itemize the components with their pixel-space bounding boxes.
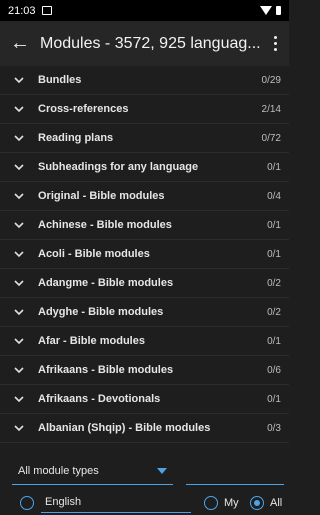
module-group-label: Original - Bible modules [38,190,165,202]
chevron-down-icon [0,105,38,113]
module-group-label: Reading plans [38,132,114,144]
chevron-down-icon [0,337,38,345]
status-bar: 21:03 [0,0,289,21]
scope-my-radio[interactable] [204,496,218,510]
module-group-label: Bundles [38,74,82,86]
module-group-row[interactable]: Afrikaans - Devotionals 0/1 [0,385,289,414]
module-group-count: 0/2 [267,306,281,318]
chevron-down-icon [0,424,38,432]
module-group-row[interactable]: Subheadings for any language 0/1 [0,153,289,182]
search-filter-input[interactable] [186,457,284,485]
module-group-row[interactable]: Adyghe - Bible modules 0/2 [0,298,289,327]
module-group-row[interactable]: Acoli - Bible modules 0/1 [0,240,289,269]
module-group-label: Achinese - Bible modules [38,219,172,231]
module-group-row[interactable]: Afrikaans - Bible modules 0/6 [0,356,289,385]
module-type-value: All module types [18,464,99,477]
module-group-count: 0/1 [267,335,281,347]
status-time: 21:03 [8,4,36,17]
scope-all-radio[interactable] [250,496,264,510]
module-group-count: 0/1 [267,161,281,173]
module-group-count: 0/1 [267,248,281,260]
chevron-down-icon [0,279,38,287]
chevron-down-icon [0,163,38,171]
chevron-down-icon [0,76,38,84]
chevron-down-icon [0,366,38,374]
module-group-label: Adangme - Bible modules [38,277,174,289]
module-group-label: Albanian (Shqip) - Bible modules [38,422,211,434]
module-group-row[interactable]: Albanian (Shqip) - Bible modules 0/3 [0,414,289,443]
module-group-count: 0/72 [261,132,281,144]
module-group-label: Afrikaans - Bible modules [38,364,174,376]
module-group-row[interactable]: Adangme - Bible modules 0/2 [0,269,289,298]
app-bar: ← Modules - 3572, 925 languag... [0,21,289,66]
module-group-row[interactable]: Reading plans 0/72 [0,124,289,153]
filter-panel: All module types English My All [0,445,289,515]
module-group-label: Subheadings for any language [38,161,199,173]
notification-icon [41,6,52,15]
module-group-row[interactable]: Afar - Bible modules 0/1 [0,327,289,356]
module-group-count: 2/14 [261,103,281,115]
scope-my-label: My [224,497,239,509]
module-group-count: 0/29 [261,74,281,86]
module-group-label: Acoli - Bible modules [38,248,150,260]
module-group-label: Afar - Bible modules [38,335,145,347]
module-list: Bundles 0/29 Cross-references 2/14 Reading p… [0,66,289,443]
module-group-count: 0/1 [267,393,281,405]
module-group-count: 0/6 [267,364,281,376]
module-group-row[interactable]: Achinese - Bible modules 0/1 [0,211,289,240]
status-icons [260,6,281,15]
chevron-down-icon [0,308,38,316]
module-group-row[interactable]: Original - Bible modules 0/4 [0,182,289,211]
wifi-icon [260,6,272,15]
chevron-down-icon [0,221,38,229]
module-group-label: Afrikaans - Devotionals [38,393,161,405]
language-radio[interactable] [20,496,34,510]
module-group-count: 0/1 [267,219,281,231]
more-vert-icon[interactable] [261,21,289,66]
module-group-row[interactable]: Bundles 0/29 [0,66,289,95]
module-type-select[interactable]: All module types [12,457,173,485]
language-field[interactable]: English [41,491,191,513]
chevron-down-icon [0,250,38,258]
battery-icon [276,6,281,15]
page-title: Modules - 3572, 925 languag... [40,34,261,52]
module-group-count: 0/2 [267,277,281,289]
module-group-label: Cross-references [38,103,129,115]
module-group-count: 0/4 [267,190,281,202]
chevron-down-icon [0,192,38,200]
chevron-down-icon [0,395,38,403]
module-group-label: Adyghe - Bible modules [38,306,164,318]
module-group-row[interactable]: Cross-references 2/14 [0,95,289,124]
scope-all-label: All [270,497,283,509]
dropdown-arrow-icon [157,467,167,474]
chevron-down-icon [0,134,38,142]
arrow-back-icon[interactable]: ← [0,21,40,66]
module-group-count: 0/3 [267,422,281,434]
